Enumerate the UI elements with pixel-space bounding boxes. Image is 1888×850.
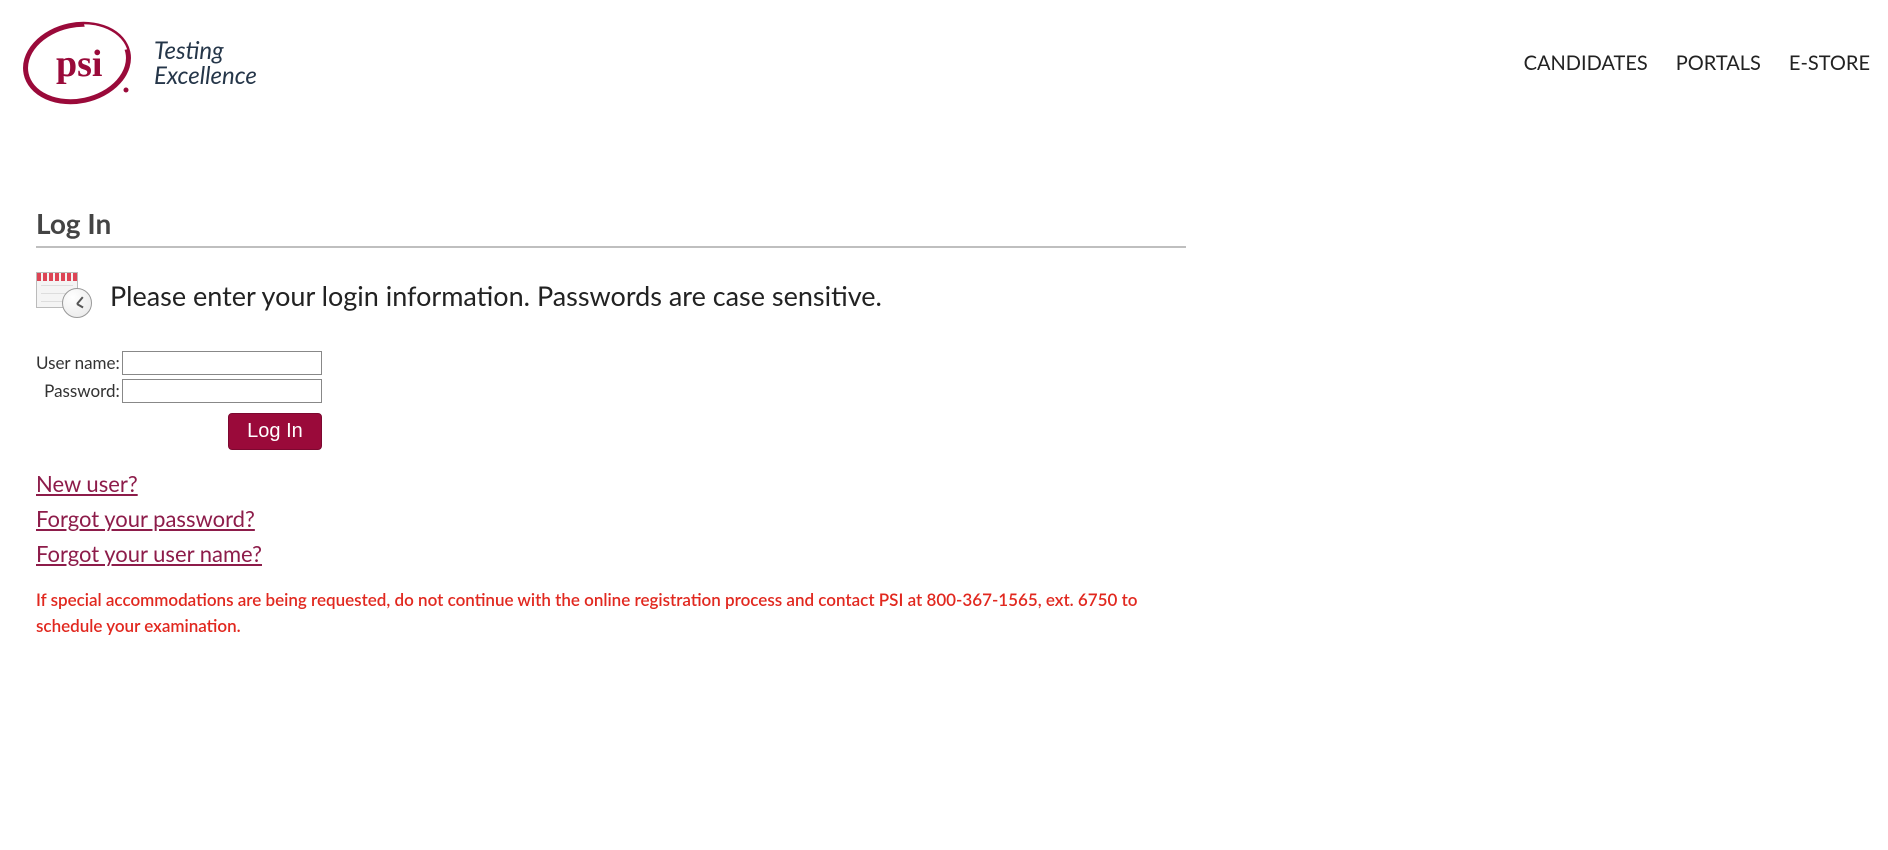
accommodations-notice: If special accommodations are being requ… [36,587,1186,638]
logo-tagline: Testing Excellence [154,38,257,88]
new-user-link[interactable]: New user? [36,470,138,497]
forgot-password-link[interactable]: Forgot your password? [36,505,255,532]
nav-estore[interactable]: E-STORE [1789,51,1870,75]
nav-portals[interactable]: PORTALS [1676,51,1761,75]
logo-tagline-line2: Excellence [154,63,257,88]
instruction-text: Please enter your login information. Pas… [110,279,882,312]
forgot-username-link[interactable]: Forgot your user name? [36,540,262,567]
login-form: User name: Password: Log In [36,348,322,452]
psi-logo-icon: psi [22,20,142,106]
main-content: Log In Please enter your login informati… [0,116,1222,638]
instruction-row: Please enter your login information. Pas… [36,272,1186,318]
login-button[interactable]: Log In [228,413,322,450]
header: psi Testing Excellence CANDIDATES PORTAL… [0,0,1888,116]
password-label: Password: [36,377,122,406]
username-label: User name: [36,348,122,377]
helper-links: New user? Forgot your password? Forgot y… [36,470,1186,567]
password-input[interactable] [122,379,322,403]
username-input[interactable] [122,351,322,375]
logo-tagline-line1: Testing [154,38,257,63]
top-nav: CANDIDATES PORTALS E-STORE [1524,51,1870,75]
logo[interactable]: psi Testing Excellence [18,20,257,106]
svg-text:psi: psi [56,43,102,85]
page-title: Log In [36,206,1186,240]
nav-candidates[interactable]: CANDIDATES [1524,51,1648,75]
title-divider [36,246,1186,248]
calendar-clock-icon [36,272,92,318]
